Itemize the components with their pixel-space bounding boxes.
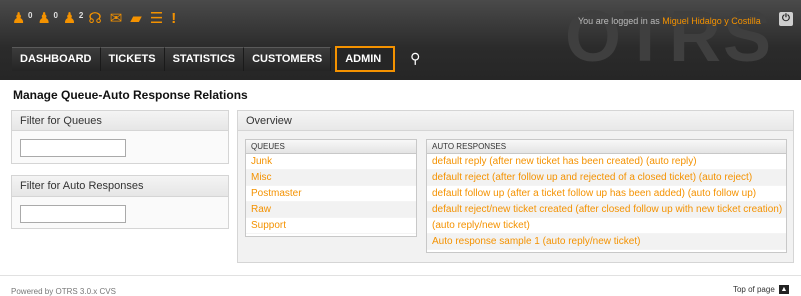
otrs-watermark: OTRS	[564, 0, 773, 77]
footer-divider	[0, 275, 801, 276]
mail-icon[interactable]: ✉	[110, 8, 123, 30]
queues-header: QUEUES	[246, 140, 416, 154]
filter-responses-input[interactable]	[20, 205, 126, 223]
power-icon[interactable]: ⏻	[779, 12, 793, 26]
queue-item[interactable]: Misc	[246, 170, 416, 186]
queue-item[interactable]: Raw	[246, 202, 416, 218]
auto-response-item[interactable]: default follow up (after a ticket follow…	[427, 186, 786, 202]
locked-tickets-count: 0	[28, 11, 33, 20]
auto-response-item[interactable]: (auto reply/new ticket)	[427, 218, 786, 234]
filter-queues-title: Filter for Queues	[12, 111, 228, 131]
alert-icon[interactable]: !	[171, 8, 176, 30]
locked-tickets-icon[interactable]: ♟ 0	[12, 8, 32, 30]
nav-statistics[interactable]: STATISTICS	[164, 47, 245, 71]
list-icon[interactable]: ☰	[150, 8, 163, 30]
queues-list: QUEUES Junk Misc Postmaster Raw Support	[245, 139, 417, 237]
auto-response-item[interactable]: default reply (after new ticket has been…	[427, 154, 786, 170]
folder-icon[interactable]: ▰	[130, 8, 142, 30]
nav-tickets[interactable]: TICKETS	[100, 47, 165, 71]
auto-response-item[interactable]: default reject (after follow up and reje…	[427, 170, 786, 186]
powered-by-link[interactable]: Powered by OTRS 3.0.x CVS	[11, 287, 116, 296]
main-nav: DASHBOARD TICKETS STATISTICS CUSTOMERS A…	[12, 46, 429, 72]
login-info: You are logged in as Miguel Hidalgo y Co…	[578, 16, 761, 26]
user-name-link[interactable]: Miguel Hidalgo y Costilla	[662, 16, 761, 26]
top-of-page-label: Top of page	[732, 285, 775, 294]
toolbar: ♟ 0 ♟ 0 ♟ 2 ☊ ✉ ▰ ☰ !	[12, 8, 184, 30]
queue-item[interactable]: Support	[246, 218, 416, 234]
queue-item[interactable]: Junk	[246, 154, 416, 170]
auto-responses-list: AUTO RESPONSES default reply (after new …	[426, 139, 787, 253]
header-bar: OTRS ♟ 0 ♟ 0 ♟ 2 ☊ ✉ ▰ ☰ ! You are logged i…	[0, 0, 801, 80]
watched-tickets-icon[interactable]: ♟ 0	[37, 8, 57, 30]
responsible-tickets-icon[interactable]: ♟ 2	[63, 8, 83, 30]
filter-queues-widget: Filter for Queues	[11, 110, 229, 164]
queue-item[interactable]: Postmaster	[246, 186, 416, 202]
nav-customers[interactable]: CUSTOMERS	[244, 47, 332, 71]
overview-widget: Overview QUEUES Junk Misc Postmaster Raw…	[237, 110, 794, 263]
responsible-tickets-count: 2	[78, 11, 84, 20]
auto-response-item[interactable]: Auto response sample 1 (auto reply/new t…	[427, 234, 786, 250]
auto-response-item[interactable]: default reject/new ticket created (after…	[427, 202, 786, 218]
nav-dashboard[interactable]: DASHBOARD	[12, 47, 101, 71]
top-of-page-link[interactable]: Top of page ▲	[732, 285, 789, 295]
watched-tickets-count: 0	[53, 11, 58, 20]
overview-title: Overview	[238, 111, 793, 131]
filter-queues-input[interactable]	[20, 139, 126, 157]
filter-responses-title: Filter for Auto Responses	[12, 176, 228, 197]
search-icon[interactable]: ⚲	[401, 47, 429, 71]
arrow-up-icon: ▲	[779, 285, 789, 295]
headset-icon[interactable]: ☊	[88, 8, 101, 30]
auto-responses-header: AUTO RESPONSES	[427, 140, 786, 154]
login-prefix: You are logged in as	[578, 16, 663, 26]
nav-admin[interactable]: ADMIN	[335, 46, 396, 72]
page-title: Manage Queue-Auto Response Relations	[13, 88, 248, 102]
filter-responses-widget: Filter for Auto Responses	[11, 175, 229, 229]
